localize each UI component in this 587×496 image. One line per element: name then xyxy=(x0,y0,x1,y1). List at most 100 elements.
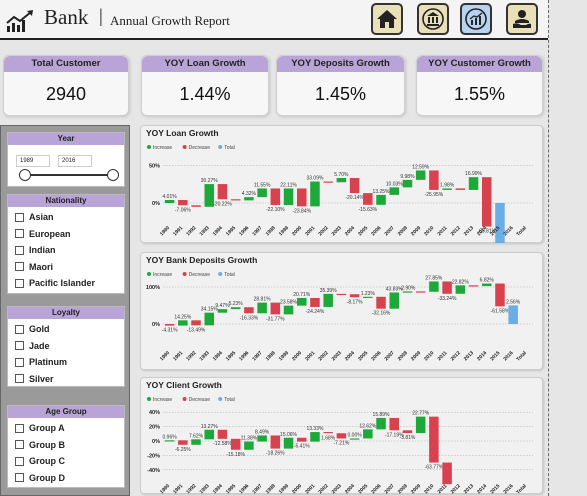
decrease-bar xyxy=(270,302,281,315)
kpi-value: 2940 xyxy=(45,84,87,104)
data-label: -24.24% xyxy=(306,309,325,315)
decrease-bar xyxy=(323,181,333,183)
decrease-bar xyxy=(230,438,241,450)
filter-option[interactable]: Group B xyxy=(8,437,124,454)
x-tick-label: 1998 xyxy=(265,483,277,495)
data-label: 11.38% xyxy=(241,436,258,442)
filter-option[interactable]: Jade xyxy=(8,338,124,355)
decrease-bar xyxy=(270,188,281,206)
y-tick-label: 40% xyxy=(149,410,160,416)
nav-bank-button[interactable] xyxy=(417,3,449,35)
data-label: -2.90% xyxy=(400,285,416,291)
x-tick-label: 2013 xyxy=(463,483,475,495)
year-slider-end-handle[interactable] xyxy=(107,169,119,181)
filter-option-label: Silver xyxy=(29,373,54,384)
filter-title: Age Group xyxy=(8,406,124,418)
nav-customer-care-button[interactable] xyxy=(506,3,538,35)
data-label: -12.58% xyxy=(213,441,232,447)
x-tick-label: Total xyxy=(515,350,528,363)
checkbox[interactable] xyxy=(15,229,24,239)
increase-bar xyxy=(323,293,333,307)
filter-option[interactable]: Group A xyxy=(8,420,124,437)
x-tick-label: 1997 xyxy=(251,483,263,495)
x-tick-label: 2000 xyxy=(291,483,303,495)
filter-option-label: Indian xyxy=(29,245,56,256)
checkbox[interactable] xyxy=(15,423,24,433)
increase-bar xyxy=(164,440,175,442)
checkbox[interactable] xyxy=(15,212,24,222)
x-tick-label: 2012 xyxy=(450,483,462,495)
decrease-bar xyxy=(429,170,439,190)
nav-growth-button[interactable] xyxy=(460,3,492,35)
x-tick-label: 2013 xyxy=(463,225,475,237)
x-tick-label: 2005 xyxy=(357,350,369,362)
checkbox[interactable] xyxy=(15,262,24,272)
increase-bar xyxy=(296,297,307,306)
data-label: 15.89% xyxy=(373,412,391,418)
checkbox[interactable] xyxy=(15,324,24,334)
data-label: 27.85% xyxy=(425,275,443,281)
filter-option[interactable]: Group D xyxy=(8,470,124,487)
filter-option-label: Group B xyxy=(29,439,65,450)
decrease-bar xyxy=(336,433,347,439)
loan-growth-chart: YOY Loan Growth Increase Decrease Total 50%… xyxy=(140,125,543,244)
x-tick-label: 1990 xyxy=(159,225,171,237)
data-label: 7.62% xyxy=(189,433,204,439)
increase-bar xyxy=(204,429,215,440)
increase-bar xyxy=(283,437,294,449)
checkbox[interactable] xyxy=(15,440,24,450)
page-subtitle: Annual Growth Report xyxy=(110,13,230,28)
year-slider-start-handle[interactable] xyxy=(19,169,31,181)
decrease-bar xyxy=(455,188,466,190)
decrease-bar xyxy=(178,440,188,445)
filter-option[interactable]: Maori xyxy=(8,259,124,276)
checkbox[interactable] xyxy=(15,456,24,466)
x-tick-label: Total xyxy=(515,225,528,238)
filter-option[interactable]: Asian xyxy=(8,209,124,226)
y-tick-label: 0% xyxy=(152,322,160,328)
decrease-bar xyxy=(191,320,201,326)
filter-title: Loyalty xyxy=(8,307,124,319)
legend-marker xyxy=(147,397,151,401)
x-tick-label: 1994 xyxy=(212,350,224,362)
x-tick-label: 2010 xyxy=(423,483,435,495)
checkbox[interactable] xyxy=(15,341,24,351)
x-tick-label: 1995 xyxy=(225,483,237,495)
filter-option-label: Group C xyxy=(29,456,65,467)
increase-bar xyxy=(402,291,413,293)
nav-home-button[interactable] xyxy=(371,3,403,35)
filter-option[interactable]: Indian xyxy=(8,242,124,259)
loyalty-filter: Loyalty Gold Jade Platinum Silver xyxy=(7,306,125,387)
filter-option-label: Maori xyxy=(29,261,54,272)
checkbox[interactable] xyxy=(15,374,24,384)
year-from-input[interactable]: 1989 xyxy=(16,155,50,167)
legend-label: Increase xyxy=(153,397,172,403)
year-slider-track[interactable] xyxy=(25,174,119,176)
filter-option[interactable]: Gold xyxy=(8,321,124,338)
increase-bar xyxy=(178,320,188,326)
year-to-input[interactable]: 2016 xyxy=(58,155,92,167)
customer-care-icon xyxy=(513,10,531,28)
client-growth-chart: YOY Client Growth Increase Decrease Total 4… xyxy=(140,377,543,495)
filter-option[interactable]: European xyxy=(8,226,124,243)
data-label: -8.17% xyxy=(347,299,363,305)
brand-title: Bank xyxy=(44,5,89,29)
x-tick-label: 2007 xyxy=(384,225,396,237)
filter-option[interactable]: Silver xyxy=(8,371,124,388)
increase-bar xyxy=(257,188,267,198)
data-label: 15.06% xyxy=(280,432,298,438)
decrease-bar xyxy=(230,199,241,201)
checkbox[interactable] xyxy=(15,357,24,367)
data-label: -5.41% xyxy=(294,444,310,450)
x-tick-label: 2011 xyxy=(437,225,449,237)
x-tick-label: 1995 xyxy=(225,225,237,237)
filter-option[interactable]: Platinum xyxy=(8,354,124,371)
data-label: -31.77% xyxy=(266,316,285,322)
filter-option[interactable]: Group C xyxy=(8,453,124,470)
checkbox[interactable] xyxy=(15,278,24,288)
checkbox[interactable] xyxy=(15,473,24,483)
data-label: 30.27% xyxy=(201,178,219,184)
filter-option[interactable]: Pacific Islander xyxy=(8,275,124,292)
checkbox[interactable] xyxy=(15,245,24,255)
decrease-bar xyxy=(164,324,175,326)
